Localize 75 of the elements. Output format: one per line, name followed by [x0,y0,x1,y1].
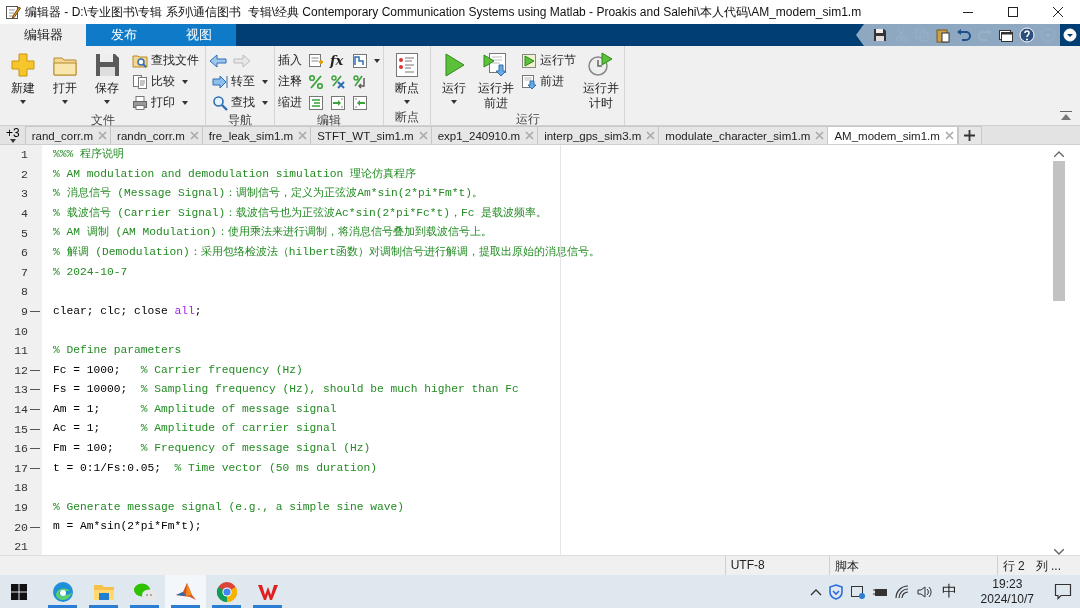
code-line: %%% 程序说明 [53,148,124,160]
file-tab[interactable]: modulate_character_sim1.m [658,126,829,144]
group-title: 导航 [227,112,253,128]
file-tab[interactable]: STFT_WT_sim1.m [310,126,432,144]
column-status: 列 ... [1034,558,1062,575]
ribbon-button[interactable]: 运行并前进 [476,49,516,111]
code-line: Fc = 1000; % Carrier frequency (Hz) [53,363,303,376]
line-number: 1 [20,148,28,162]
row-label: 注释 [278,73,302,90]
group-title: 运行 [514,111,541,127]
input-method-button[interactable]: 中 [937,582,961,601]
line-number: 9 [20,305,28,319]
ribbon-button[interactable]: 新建 [3,49,43,112]
line-number: 10 [13,324,28,338]
code-line: m = Am*sin(2*pi*Fm*t); [53,520,202,533]
ribbon-tab[interactable]: 视图 [161,24,236,46]
ribbon-button[interactable]: 比较 [129,72,202,91]
line-number: 5 [20,226,28,240]
line-number: 12 [13,363,28,377]
ribbon-button[interactable]: 运行节 [518,51,579,70]
ribbon-button[interactable]: 运行 [434,49,474,111]
row-label: 插入 [278,52,302,69]
ribbon-button[interactable]: 运行并计时 [581,49,621,111]
code-line: % Generate message signal (e.g., a simple sine wave) [53,500,405,513]
ribbon-button[interactable]: 打印 [129,93,202,112]
line-number: 8 [20,285,28,299]
file-tab[interactable]: interp_gps_sim3.m [537,126,660,144]
file-tab[interactable]: fre_leak_sim1.m [201,126,312,144]
line-number: 6 [20,246,28,260]
file-tab[interactable]: randn_corr.m [110,126,203,144]
group-title: 编辑 [316,112,342,128]
code-line: Ac = 1; % Amplitude of carrier signal [53,422,337,435]
group-title: 文件 [89,112,116,128]
file-tab[interactable]: rand_corr.m [24,126,112,144]
line-number: 19 [13,501,28,514]
code-line: % AM modulation and demodulation simulation 理论仿真程序 [53,167,417,180]
ribbon-button[interactable]: 查找文件 [129,51,202,70]
line-number: 18 [13,481,28,495]
ribbon-button[interactable]: 保存 [87,49,127,112]
line-number: 7 [20,265,28,279]
line-number: 2 [20,167,28,181]
code-line: % 载波信号 (Carrier Signal)：载波信号也为正弦波Ac*sin(2*pi*Fc*t)，Fc 是载波频率。 [53,206,548,219]
ribbon-button[interactable]: 断点 [387,49,427,109]
code-line: Am = 1; % Amplitude of message signal [53,402,337,415]
ribbon-button[interactable]: 打开 [45,49,85,112]
ribbon-tab[interactable]: 编辑器 [0,24,86,46]
code-line: clear; clc; close all; [53,304,202,317]
ribbon-button[interactable]: 转至 [209,72,271,91]
line-number: 15 [13,422,28,436]
line-number: 4 [20,207,28,221]
line-number: 16 [13,442,28,456]
code-line: t = 0:1/Fs:0.05; % Time vector (50 ms duration) [53,461,378,474]
file-tab[interactable]: exp1_240910.m [430,126,539,144]
line-number: 20 [13,520,28,534]
code-line: Fs = 10000; % Sampling frequency (Hz), should be much higher than Fc [53,383,519,396]
clock[interactable]: 19:23 2024/10/7 [966,576,1048,607]
line-number: 11 [13,344,28,358]
group-title: 断点 [394,109,420,125]
line-number: 21 [13,540,28,554]
ribbon-tab[interactable]: 发布 [86,24,161,46]
code-line: % 2024-10-7 [53,265,128,278]
line-number: 13 [13,383,28,397]
line-number: 17 [13,461,28,475]
code-line: % Define parameters [53,343,182,356]
function-button[interactable]: fx [330,53,346,68]
code-line: Fm = 100; % Frequency of message signal (Hz) [53,441,371,454]
ribbon-button[interactable]: 前进 [518,72,579,91]
code-line: % AM 调制 (AM Modulation)：使用乘法来进行调制，将消息信号叠加到载波信号上。 [53,226,492,239]
ribbon-button[interactable]: 查找 [209,93,271,112]
file-tab[interactable]: AM_modem_sim1.m [827,126,958,144]
row-label: 缩进 [278,94,302,111]
window-title: 编辑器 - D:\专业图书\专辑 系列\通信图书 专辑\经典 Contemporary Communication Systems using Matlab - Proakis and Salehi\本人代码\AM_modem_sim1.m [25,3,863,21]
code-line: % 消息信号 (Message Signal)：调制信号，定义为正弦波Am*sin(2*pi*Fm*t)。 [53,187,484,200]
line-number: 3 [20,187,28,201]
line-number: 14 [13,403,28,416]
